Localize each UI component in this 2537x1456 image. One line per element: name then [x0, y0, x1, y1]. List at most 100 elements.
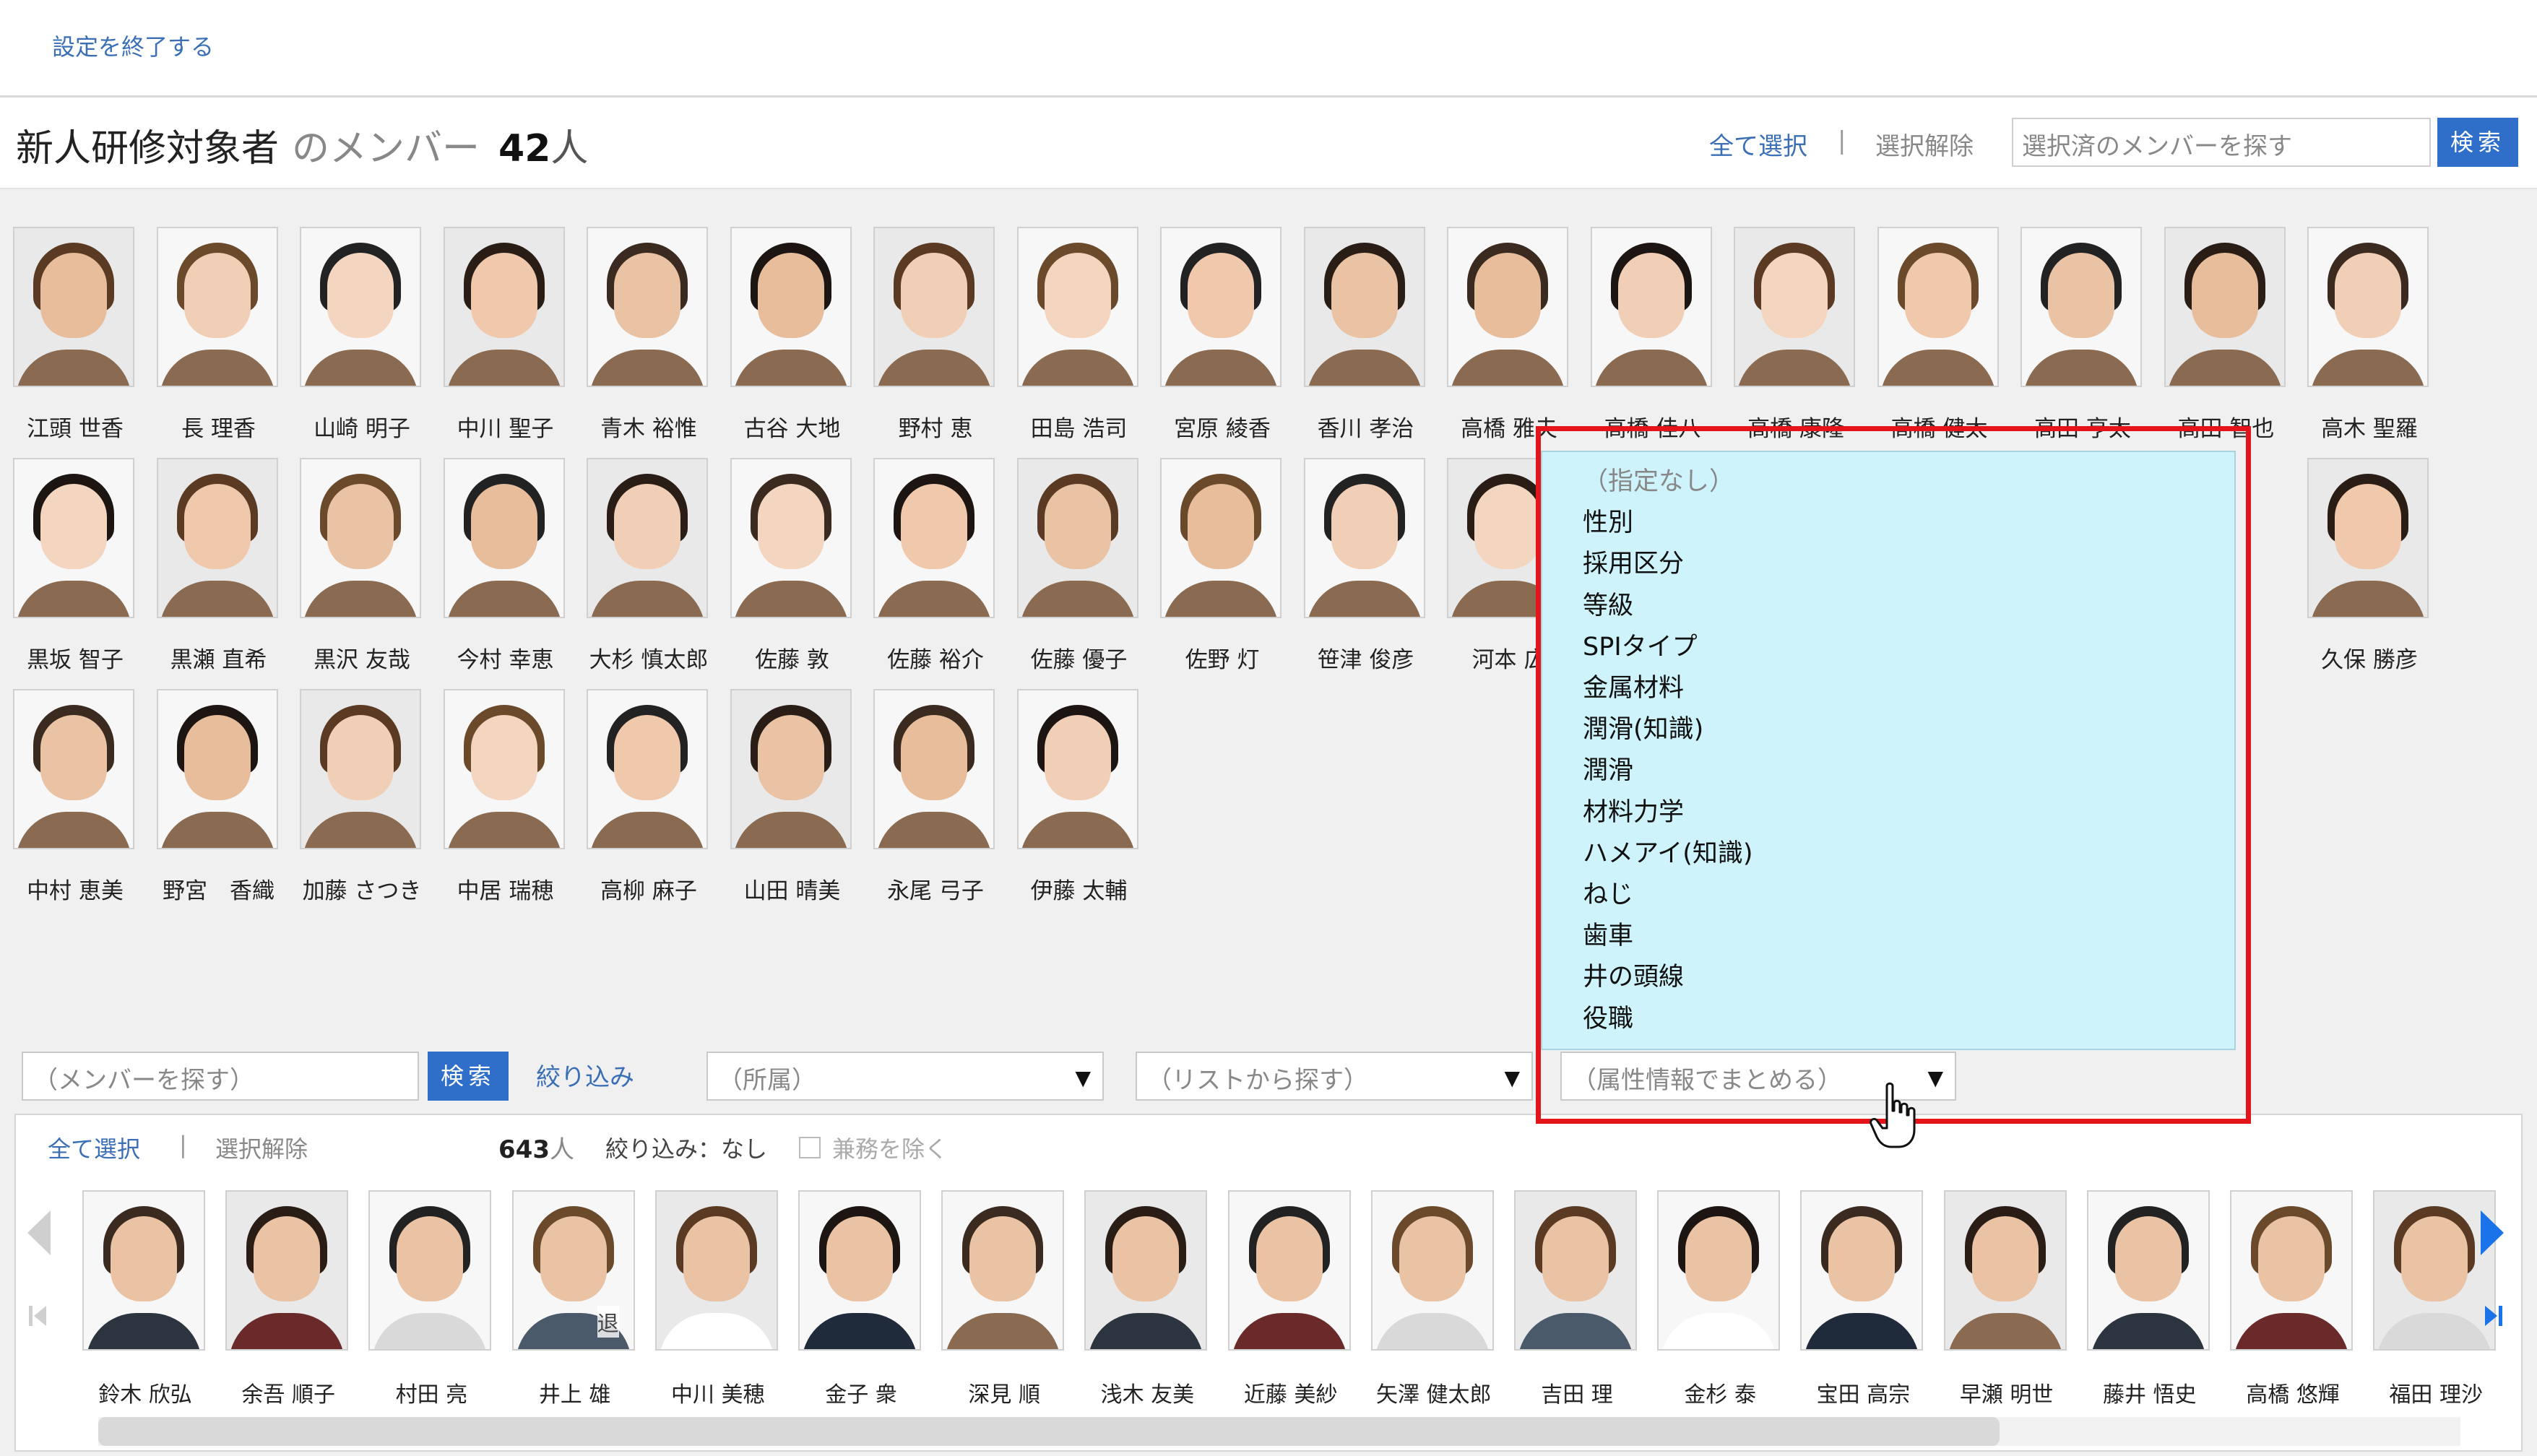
member-search-input[interactable]: （メンバーを探す） [22, 1052, 419, 1101]
selected-member-card[interactable]: 高橋 康隆 [1734, 227, 1858, 443]
member-list-card[interactable]: 吉田 理 [1514, 1190, 1640, 1408]
department-select[interactable]: （所属） ▼ [706, 1052, 1104, 1101]
selected-member-search-input[interactable]: 選択済のメンバーを探す [2012, 118, 2431, 167]
member-photo[interactable] [2086, 1190, 2210, 1351]
member-photo[interactable] [1303, 227, 1425, 387]
selected-member-card[interactable]: 野宮 香織 [156, 689, 281, 905]
member-list-card[interactable]: 中川 美穂 [654, 1190, 781, 1408]
member-photo[interactable] [1016, 458, 1138, 618]
member-photo[interactable] [1370, 1190, 1494, 1351]
member-photo[interactable] [730, 458, 852, 618]
selected-member-card[interactable]: 中居 瑞穂 [443, 689, 568, 905]
selected-member-card[interactable]: 今村 幸恵 [443, 458, 568, 674]
member-list-card[interactable]: 退井上 雄 [511, 1190, 638, 1408]
scroll-last-icon[interactable] [2482, 1301, 2504, 1330]
selected-member-card[interactable]: 加藤 さつき [300, 689, 424, 905]
narrow-down-link[interactable]: 絞り込み [536, 1057, 634, 1093]
selected-member-card[interactable]: 佐野 灯 [1160, 458, 1284, 674]
member-photo[interactable] [300, 227, 421, 387]
selected-member-card[interactable]: 中村 恵美 [13, 689, 137, 905]
selected-member-card[interactable]: 黒瀬 直希 [156, 458, 281, 674]
selected-member-card[interactable]: 高橋 佳八 [1590, 227, 1715, 443]
member-photo[interactable] [1084, 1190, 1208, 1351]
member-photo[interactable] [873, 458, 995, 618]
member-photo[interactable] [1877, 227, 1999, 387]
selected-member-card[interactable]: 江頭 世香 [13, 227, 137, 443]
member-photo[interactable] [13, 227, 134, 387]
deselect-link[interactable]: 選択解除 [215, 1131, 308, 1164]
member-list-card[interactable]: 余吾 順子 [225, 1190, 351, 1408]
member-list-card[interactable]: 高橋 悠輝 [2230, 1190, 2356, 1408]
member-photo[interactable] [798, 1190, 921, 1351]
selected-member-card[interactable]: 黒沢 友哉 [300, 458, 424, 674]
member-photo[interactable] [941, 1190, 1065, 1351]
member-photo[interactable] [13, 458, 134, 618]
member-photo[interactable] [1943, 1190, 2067, 1351]
member-photo[interactable] [2164, 227, 2286, 387]
member-list-card[interactable]: 近藤 美紗 [1227, 1190, 1354, 1408]
member-photo[interactable] [1016, 227, 1138, 387]
member-photo[interactable] [587, 458, 708, 618]
selected-member-card[interactable]: 久保 勝彦 [2307, 458, 2432, 674]
member-list-card[interactable]: 金杉 泰 [1657, 1190, 1783, 1408]
selected-member-card[interactable]: 高橋 健太 [1877, 227, 2002, 443]
member-photo[interactable] [1303, 458, 1425, 618]
select-all-link[interactable]: 全て選択 [48, 1131, 140, 1164]
member-list-card[interactable]: 浅木 友美 [1084, 1190, 1210, 1408]
member-list-card[interactable]: 深見 順 [941, 1190, 1067, 1408]
selected-member-card[interactable]: 大杉 慎太郎 [587, 458, 711, 674]
member-photo[interactable] [873, 689, 995, 849]
member-list-card[interactable]: 宝田 高宗 [1800, 1190, 1926, 1408]
member-photo[interactable] [1657, 1190, 1781, 1351]
member-photo[interactable] [1514, 1190, 1637, 1351]
member-list-card[interactable]: 村田 亮 [368, 1190, 494, 1408]
selected-member-card[interactable]: 伊藤 太輔 [1016, 689, 1141, 905]
member-list-card[interactable]: 鈴木 欣弘 [82, 1190, 208, 1408]
member-photo[interactable] [2230, 1190, 2353, 1351]
selected-member-card[interactable]: 佐藤 裕介 [873, 458, 998, 674]
member-photo[interactable] [225, 1190, 349, 1351]
selected-member-card[interactable]: 長 理香 [156, 227, 281, 443]
member-photo[interactable] [1447, 227, 1568, 387]
selected-member-card[interactable]: 宮原 綾香 [1160, 227, 1284, 443]
member-photo[interactable] [654, 1190, 778, 1351]
member-list-card[interactable]: 金子 衆 [798, 1190, 924, 1408]
member-photo[interactable] [443, 689, 565, 849]
member-photo[interactable] [443, 458, 565, 618]
member-photo[interactable] [13, 689, 134, 849]
select-all-link[interactable]: 全て選択 [1709, 126, 1807, 162]
selected-member-card[interactable]: 高田 智也 [2164, 227, 2289, 443]
scroll-right-icon[interactable] [2478, 1208, 2507, 1258]
member-search-button[interactable]: 検索 [428, 1052, 509, 1101]
member-photo[interactable] [2020, 227, 2142, 387]
member-photo[interactable] [587, 227, 708, 387]
member-list-card[interactable]: 早瀬 明世 [1943, 1190, 2070, 1408]
member-photo[interactable] [1590, 227, 1712, 387]
member-photo[interactable] [156, 689, 278, 849]
member-photo[interactable] [82, 1190, 205, 1351]
selected-member-card[interactable]: 青木 裕惟 [587, 227, 711, 443]
member-list-card[interactable]: 藤井 悟史 [2086, 1190, 2213, 1408]
member-photo[interactable] [156, 458, 278, 618]
selected-member-card[interactable]: 中川 聖子 [443, 227, 568, 443]
member-photo[interactable] [2307, 227, 2429, 387]
selected-member-card[interactable]: 佐藤 敦 [730, 458, 855, 674]
selected-member-search-button[interactable]: 検索 [2437, 118, 2518, 167]
scroll-first-icon[interactable] [27, 1301, 49, 1330]
selected-member-card[interactable]: 黒坂 智子 [13, 458, 137, 674]
selected-member-card[interactable]: 田島 浩司 [1016, 227, 1141, 443]
member-photo[interactable] [1227, 1190, 1351, 1351]
selected-member-card[interactable]: 香川 孝治 [1303, 227, 1428, 443]
selected-member-card[interactable]: 佐藤 優子 [1016, 458, 1141, 674]
member-photo[interactable] [1016, 689, 1138, 849]
member-list-card[interactable]: 矢澤 健太郎 [1370, 1190, 1497, 1408]
selected-member-card[interactable]: 高田 亨太 [2020, 227, 2145, 443]
selected-member-card[interactable]: 古谷 大地 [730, 227, 855, 443]
member-photo[interactable] [1160, 227, 1282, 387]
member-photo[interactable] [1800, 1190, 1924, 1351]
horizontal-scrollbar-thumb[interactable] [98, 1417, 2000, 1446]
selected-member-card[interactable]: 野村 恵 [873, 227, 998, 443]
member-photo[interactable] [300, 689, 421, 849]
member-photo[interactable] [1734, 227, 1855, 387]
exclude-concurrent-checkbox[interactable] [799, 1137, 821, 1158]
